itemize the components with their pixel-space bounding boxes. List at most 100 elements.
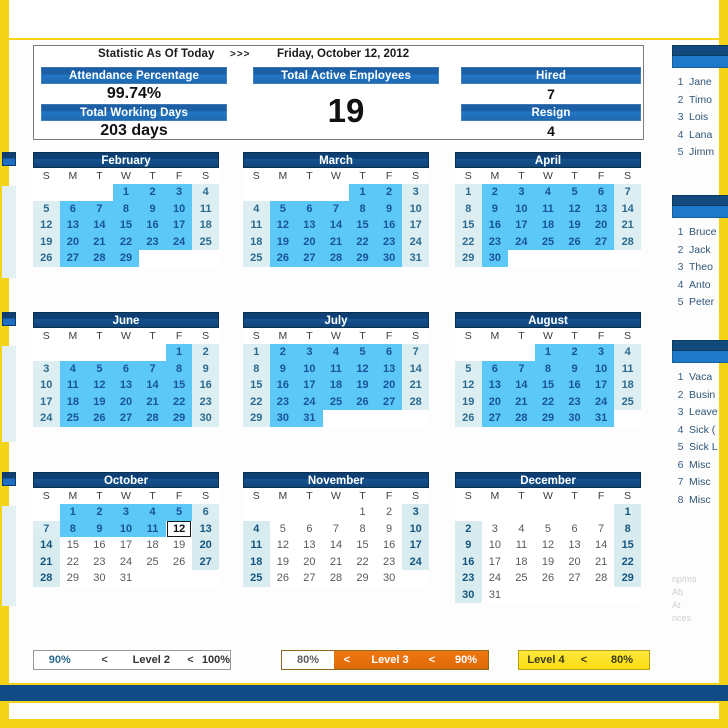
- day-cell[interactable]: 12: [534, 537, 562, 554]
- day-cell[interactable]: 16: [481, 217, 509, 234]
- day-cell[interactable]: 9: [375, 200, 403, 217]
- day-cell[interactable]: 23: [375, 233, 403, 250]
- day-cell[interactable]: 24: [296, 393, 323, 410]
- day-cell[interactable]: 12: [561, 200, 588, 217]
- day-cell[interactable]: 28: [322, 570, 350, 587]
- day-cell[interactable]: 23: [269, 393, 297, 410]
- day-cell[interactable]: 13: [192, 520, 219, 537]
- day-cell[interactable]: 4: [59, 360, 87, 377]
- day-cell[interactable]: 5: [165, 504, 193, 521]
- day-cell[interactable]: 9: [375, 520, 403, 537]
- day-cell[interactable]: 23: [481, 233, 509, 250]
- day-cell[interactable]: 20: [296, 233, 323, 250]
- day-cell[interactable]: 31: [112, 570, 140, 587]
- day-cell[interactable]: 10: [402, 520, 429, 537]
- day-cell[interactable]: 18: [59, 393, 87, 410]
- day-cell[interactable]: 24: [508, 233, 535, 250]
- day-cell[interactable]: 22: [59, 553, 87, 570]
- day-cell[interactable]: 1: [243, 344, 270, 361]
- day-cell[interactable]: 27: [59, 250, 87, 267]
- day-cell[interactable]: 10: [587, 360, 615, 377]
- day-cell[interactable]: 28: [33, 570, 60, 587]
- list-item[interactable]: 7 Misc: [672, 474, 728, 492]
- day-cell[interactable]: 17: [296, 377, 323, 394]
- day-cell[interactable]: 11: [59, 377, 87, 394]
- day-cell[interactable]: 4: [508, 520, 535, 537]
- list-item[interactable]: 5 Jimm: [672, 144, 728, 162]
- day-cell[interactable]: 22: [534, 393, 562, 410]
- day-cell[interactable]: 11: [508, 537, 535, 554]
- day-cell[interactable]: 25: [243, 570, 270, 587]
- day-cell[interactable]: 29: [534, 410, 562, 427]
- day-cell[interactable]: 3: [402, 504, 429, 521]
- day-cell[interactable]: 19: [561, 217, 588, 234]
- day-cell[interactable]: 10: [33, 377, 60, 394]
- day-cell[interactable]: 24: [402, 553, 429, 570]
- day-cell[interactable]: 25: [59, 410, 87, 427]
- day-cell[interactable]: 19: [269, 233, 297, 250]
- day-cell[interactable]: 2: [455, 520, 482, 537]
- day-cell[interactable]: 28: [587, 570, 615, 587]
- day-cell[interactable]: 25: [614, 393, 641, 410]
- day-cell[interactable]: 9: [561, 360, 588, 377]
- day-cell[interactable]: 3: [165, 184, 193, 201]
- day-cell[interactable]: 3: [296, 344, 323, 361]
- day-cell[interactable]: 21: [508, 393, 535, 410]
- day-cell[interactable]: 17: [33, 393, 60, 410]
- day-cell[interactable]: 6: [481, 360, 509, 377]
- day-cell[interactable]: 9: [192, 360, 219, 377]
- day-cell[interactable]: 5: [534, 520, 562, 537]
- day-cell[interactable]: 2: [375, 504, 403, 521]
- day-cell[interactable]: 21: [402, 377, 429, 394]
- day-cell[interactable]: 27: [481, 410, 509, 427]
- day-cell[interactable]: 19: [534, 553, 562, 570]
- day-cell[interactable]: 16: [139, 217, 166, 234]
- day-cell[interactable]: 2: [139, 184, 166, 201]
- list-item[interactable]: 4 Sick (: [672, 422, 728, 440]
- day-cell[interactable]: 15: [614, 537, 641, 554]
- day-cell[interactable]: 24: [33, 410, 60, 427]
- day-cell[interactable]: 27: [296, 570, 323, 587]
- day-cell[interactable]: 18: [508, 553, 535, 570]
- day-cell[interactable]: 12: [455, 377, 482, 394]
- day-cell[interactable]: 8: [165, 360, 193, 377]
- day-cell[interactable]: 13: [59, 217, 87, 234]
- day-cell[interactable]: 19: [165, 537, 193, 554]
- day-cell[interactable]: 18: [322, 377, 350, 394]
- day-cell[interactable]: 3: [112, 504, 140, 521]
- day-cell[interactable]: 6: [375, 344, 403, 361]
- day-cell[interactable]: 1: [349, 184, 376, 201]
- day-cell[interactable]: 29: [349, 570, 376, 587]
- day-cell[interactable]: 15: [112, 217, 140, 234]
- day-cell[interactable]: 5: [269, 200, 297, 217]
- list-item[interactable]: 2 Timo: [672, 92, 728, 110]
- day-cell[interactable]: 28: [86, 250, 113, 267]
- day-cell[interactable]: 25: [243, 250, 270, 267]
- day-cell[interactable]: 20: [192, 537, 219, 554]
- day-cell[interactable]: 7: [322, 200, 350, 217]
- day-cell[interactable]: 21: [614, 217, 641, 234]
- day-cell[interactable]: 23: [192, 393, 219, 410]
- day-cell[interactable]: 24: [481, 570, 509, 587]
- day-cell[interactable]: 1: [59, 504, 87, 521]
- day-cell[interactable]: 14: [322, 217, 350, 234]
- day-cell[interactable]: 29: [165, 410, 193, 427]
- day-cell[interactable]: 19: [33, 233, 60, 250]
- day-cell[interactable]: 5: [561, 184, 588, 201]
- day-cell[interactable]: 22: [112, 233, 140, 250]
- day-cell[interactable]: 8: [112, 200, 140, 217]
- day-cell[interactable]: 30: [481, 250, 509, 267]
- day-cell[interactable]: 5: [349, 344, 376, 361]
- day-cell[interactable]: 26: [33, 250, 60, 267]
- day-cell[interactable]: 13: [296, 217, 323, 234]
- day-cell[interactable]: 22: [349, 553, 376, 570]
- day-cell[interactable]: 30: [269, 410, 297, 427]
- day-cell[interactable]: 2: [86, 504, 113, 521]
- day-cell[interactable]: 22: [614, 553, 641, 570]
- day-cell[interactable]: 18: [243, 553, 270, 570]
- day-cell[interactable]: 16: [269, 377, 297, 394]
- day-cell[interactable]: 9: [481, 200, 509, 217]
- day-cell[interactable]: 2: [375, 184, 403, 201]
- day-cell[interactable]: 26: [561, 233, 588, 250]
- legend-level-2[interactable]: 90% < Level 2 < 100%: [33, 650, 231, 670]
